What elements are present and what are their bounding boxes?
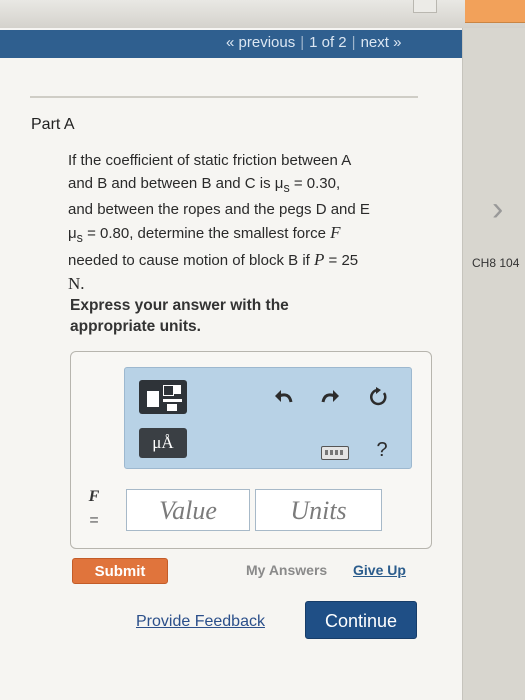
value-input[interactable]: Value [126,489,250,531]
my-answers-link[interactable]: My Answers [246,562,327,578]
units-button[interactable]: μÅ [139,428,187,458]
problem-text: = 0.80, determine the smallest force [82,224,331,242]
section-divider [30,96,418,98]
page-position: 1 of 2 [309,34,347,51]
problem-line: needed to cause motion of block B if P =… [68,249,428,273]
problem-text: = 0.30, [289,174,341,192]
pager-inner: « previous | 1 of 2 | next » [226,34,401,51]
math-toolbar: μÅ ? [124,367,412,469]
problem-statement: If the coefficient of static friction be… [68,150,428,295]
redo-icon[interactable] [317,386,343,411]
undo-icon[interactable] [271,386,297,411]
p-variable: P [313,250,325,269]
problem-line: μs = 0.80, determine the smallest force … [68,222,428,250]
problem-text: and B and between B and C is μ [68,174,284,192]
provide-feedback-link[interactable]: Provide Feedback [136,613,265,631]
answer-equals: = [89,512,99,529]
chevron-right-icon[interactable]: › [492,190,503,229]
answer-instructions: Express your answer with the appropriate… [70,297,289,335]
pager-separator: | [300,34,305,51]
problem-line: If the coefficient of static friction be… [68,152,352,169]
orange-tab-strip [465,0,525,23]
previous-link[interactable]: « previous [226,34,295,51]
force-variable: F [330,222,341,242]
templates-icon[interactable] [139,380,187,414]
problem-text: = 25 [324,252,359,269]
problem-line: N. [68,273,85,293]
units-input[interactable]: Units [255,489,382,531]
help-button[interactable]: ? [369,438,395,462]
problem-line: and between the ropes and the pegs D and… [68,201,370,218]
next-link[interactable]: next » [361,34,402,51]
scroll-up-icon[interactable] [413,0,437,13]
side-course-label: CH8 104 [472,256,520,270]
part-title: Part A [31,116,75,133]
pager-separator: | [351,34,356,51]
reset-icon[interactable] [365,386,391,413]
problem-line: and B and between B and C is μs = 0.30, [68,173,428,200]
submit-button[interactable]: Submit [72,558,168,584]
problem-text: μ [68,224,77,242]
continue-button[interactable]: Continue [305,601,417,639]
answer-variable: F [88,488,100,505]
problem-text: needed to cause motion of block B if [68,252,314,269]
keyboard-icon[interactable] [321,446,349,460]
browser-top-bar [0,0,525,28]
pagination-bar: « previous | 1 of 2 | next » [0,30,462,58]
give-up-link[interactable]: Give Up [353,562,406,578]
